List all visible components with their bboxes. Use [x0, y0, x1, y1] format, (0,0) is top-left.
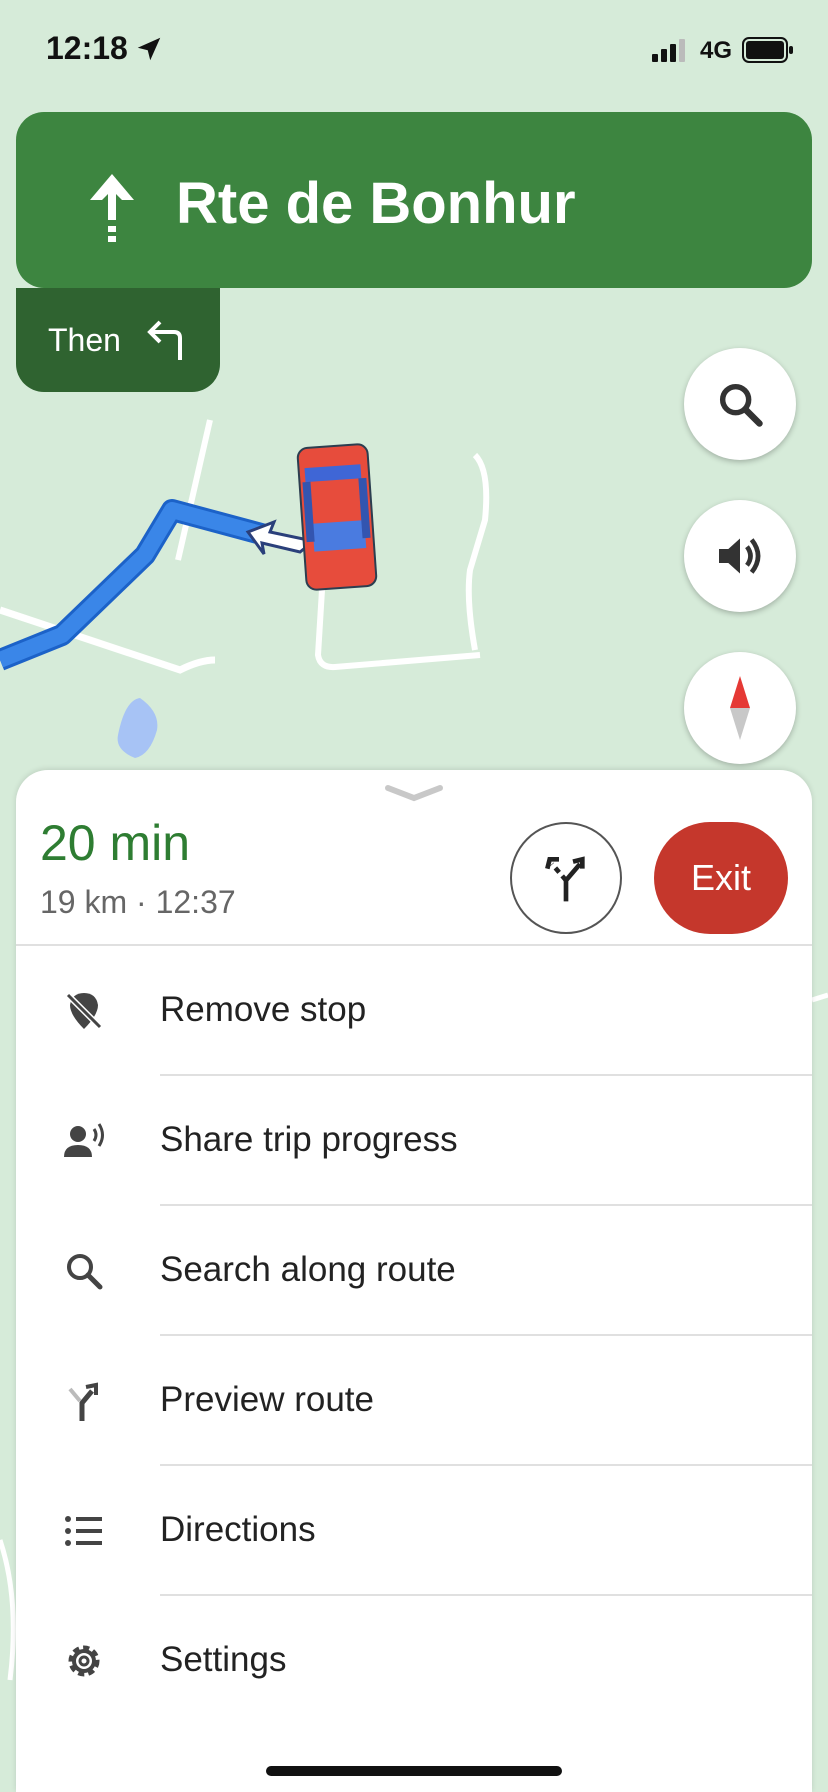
battery-icon: [742, 37, 793, 63]
eta-details: 19 km · 12:37: [40, 884, 236, 920]
search-button[interactable]: [684, 348, 796, 460]
status-bar: 12:18 4G: [0, 0, 828, 100]
menu-item-search-along-route[interactable]: Search along route: [16, 1206, 812, 1336]
preview-route-icon: [68, 1382, 98, 1421]
collapse-handle-icon[interactable]: [384, 784, 444, 804]
compass-icon: [730, 676, 750, 740]
menu-item-settings[interactable]: Settings: [16, 1596, 812, 1726]
menu-item-remove-stop[interactable]: Remove stop: [16, 946, 812, 1076]
location-arrow-icon: [137, 37, 161, 61]
trip-menu: Remove stop Share trip progress Search a…: [16, 946, 812, 1726]
search-icon: [719, 383, 763, 427]
menu-label: Directions: [160, 1510, 316, 1549]
menu-item-share-trip[interactable]: Share trip progress: [16, 1076, 812, 1206]
sound-button[interactable]: [684, 500, 796, 612]
share-trip-icon: [64, 1123, 104, 1157]
next-maneuver[interactable]: Then: [16, 288, 220, 392]
alternate-routes-button[interactable]: [510, 822, 622, 934]
car-marker: [296, 443, 378, 591]
navigation-banner[interactable]: Rte de Bonhur: [16, 112, 812, 288]
exit-button[interactable]: Exit: [654, 822, 788, 934]
compass-button[interactable]: [684, 652, 796, 764]
menu-label: Settings: [160, 1640, 287, 1679]
volume-icon: [719, 538, 761, 574]
menu-item-preview-route[interactable]: Preview route: [16, 1336, 812, 1466]
trip-sheet: 20 min 19 km · 12:37 Exit Remove stop Sh…: [16, 770, 812, 1792]
eta-time: 20 min: [40, 815, 191, 871]
gear-icon: [68, 1645, 100, 1677]
menu-label: Remove stop: [160, 990, 367, 1029]
remove-stop-icon: [65, 992, 103, 1030]
search-icon: [67, 1254, 103, 1290]
straight-arrow-icon: [90, 174, 134, 242]
signal-icon: [652, 39, 685, 62]
network-label: 4G: [700, 37, 733, 64]
menu-label: Search along route: [160, 1250, 456, 1289]
turn-left-icon: [147, 320, 182, 360]
menu-item-directions[interactable]: Directions: [16, 1466, 812, 1596]
menu-label: Preview route: [160, 1380, 374, 1419]
street-name: Rte de Bonhur: [176, 171, 576, 236]
menu-label: Share trip progress: [160, 1120, 458, 1159]
home-indicator[interactable]: [266, 1766, 562, 1776]
status-time: 12:18: [46, 30, 128, 66]
then-label: Then: [48, 322, 121, 358]
list-icon: [65, 1516, 102, 1546]
alternate-routes-icon: [545, 856, 585, 902]
